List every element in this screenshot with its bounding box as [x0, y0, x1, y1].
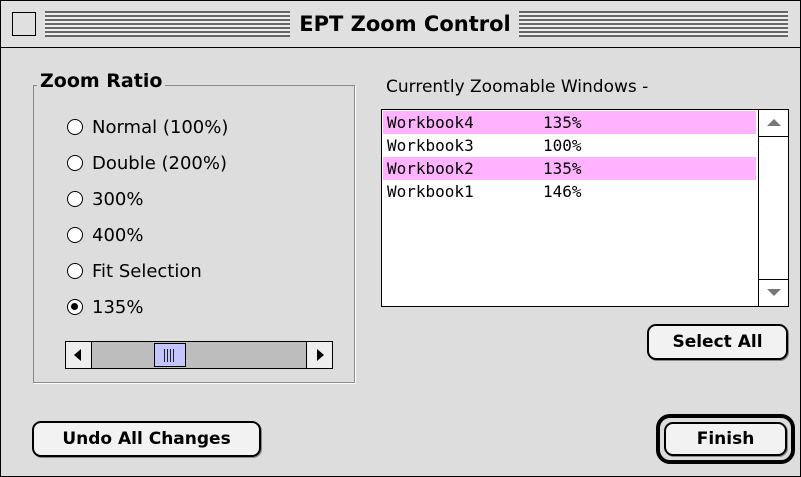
zoom-slider[interactable]	[65, 341, 333, 369]
radio-custom-135[interactable]: 135%	[67, 292, 143, 322]
window-zoom: 135%	[543, 159, 582, 178]
list-item[interactable]: Workbook2 135%	[383, 157, 756, 180]
title-bar-stripes	[45, 11, 290, 37]
title-bar[interactable]: EPT Zoom Control	[1, 1, 800, 48]
list-item[interactable]: Workbook1 146%	[383, 180, 756, 203]
scroll-left-arrow-icon[interactable]	[66, 342, 92, 368]
window-name: Workbook2	[387, 159, 474, 178]
undo-all-changes-button[interactable]: Undo All Changes	[32, 421, 261, 457]
radio-normal-100[interactable]: Normal (100%)	[67, 112, 228, 142]
radio-double-200[interactable]: Double (200%)	[67, 148, 227, 178]
radio-label: 135%	[92, 296, 144, 318]
zoom-ratio-title: Zoom Ratio	[37, 70, 166, 92]
zoom-slider-thumb[interactable]	[154, 343, 186, 367]
window-zoom: 135%	[543, 113, 582, 132]
scroll-right-arrow-icon[interactable]	[306, 342, 332, 368]
radio-400[interactable]: 400%	[67, 220, 143, 250]
window-title: EPT Zoom Control	[295, 9, 515, 39]
select-all-button[interactable]: Select All	[647, 324, 788, 360]
radio-label: Normal (100%)	[92, 116, 229, 138]
radio-button-selected-icon[interactable]	[67, 299, 83, 315]
windows-list-caption: Currently Zoomable Windows -	[386, 77, 649, 97]
zoomable-windows-list[interactable]: Workbook4 135% Workbook3 100% Workbook2 …	[381, 109, 789, 307]
list-item[interactable]: Workbook4 135%	[383, 111, 756, 134]
zoom-control-window: EPT Zoom Control Zoom Ratio Normal (100%…	[0, 0, 801, 477]
close-box-icon[interactable]	[12, 12, 36, 36]
radio-button-icon[interactable]	[67, 263, 83, 279]
radio-label: 400%	[92, 224, 144, 246]
radio-label: 300%	[92, 188, 144, 210]
finish-button[interactable]: Finish	[664, 422, 787, 456]
radio-label: Double (200%)	[92, 152, 228, 174]
radio-300[interactable]: 300%	[67, 184, 143, 214]
window-zoom: 100%	[543, 136, 582, 155]
list-item[interactable]: Workbook3 100%	[383, 134, 756, 157]
radio-button-icon[interactable]	[67, 227, 83, 243]
window-name: Workbook4	[387, 113, 474, 132]
window-name: Workbook3	[387, 136, 474, 155]
scroll-up-arrow-icon[interactable]	[759, 110, 788, 137]
list-scrollbar[interactable]	[758, 110, 788, 306]
radio-button-icon[interactable]	[67, 191, 83, 207]
scroll-down-arrow-icon[interactable]	[759, 279, 788, 306]
radio-label: Fit Selection	[92, 260, 202, 282]
radio-fit-selection[interactable]: Fit Selection	[67, 256, 202, 286]
window-name: Workbook1	[387, 182, 474, 201]
title-bar-stripes	[519, 11, 788, 37]
radio-button-icon[interactable]	[67, 155, 83, 171]
window-zoom: 146%	[543, 182, 582, 201]
radio-button-icon[interactable]	[67, 119, 83, 135]
